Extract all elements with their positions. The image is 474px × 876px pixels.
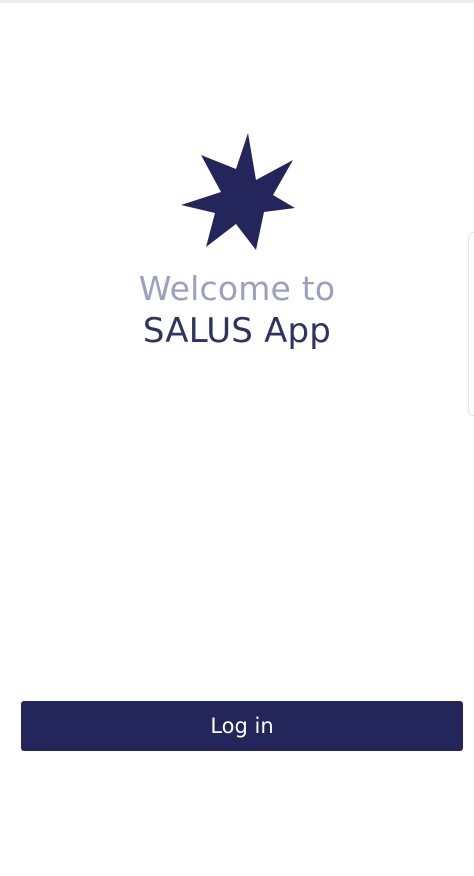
star-logo-icon — [181, 133, 297, 251]
login-button[interactable]: Log in — [21, 701, 463, 751]
welcome-text: Welcome to — [138, 269, 336, 308]
status-divider — [0, 0, 474, 3]
app-name: SALUS App — [142, 311, 332, 351]
